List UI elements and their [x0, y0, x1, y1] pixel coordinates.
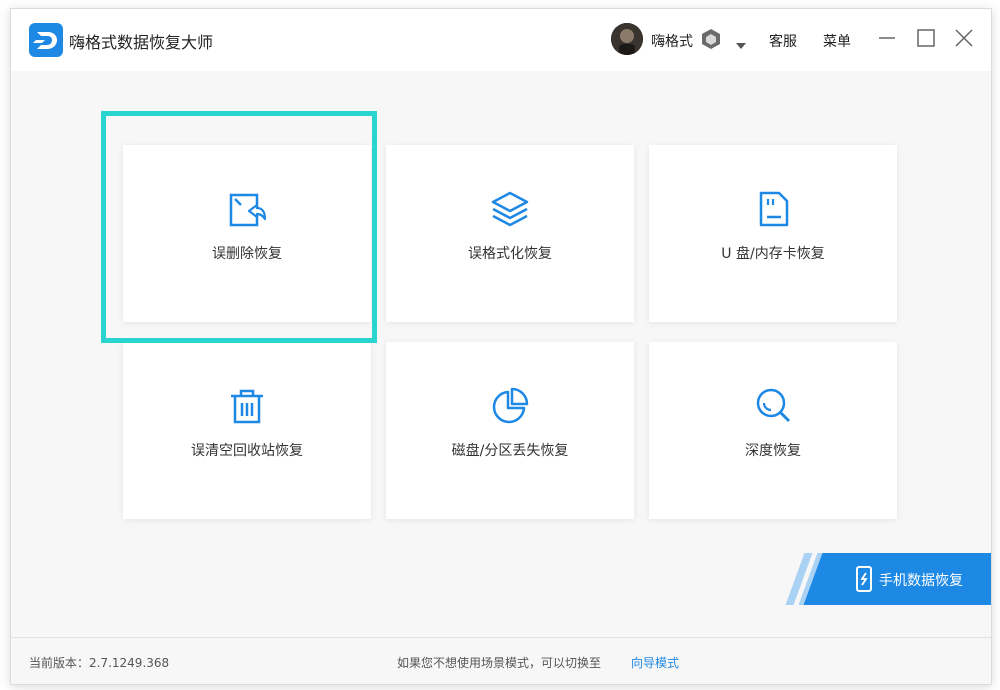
avatar[interactable] — [611, 23, 643, 55]
card-label: 深度恢复 — [745, 443, 801, 459]
card-deleted-recovery[interactable]: 误删除恢复 — [123, 145, 371, 322]
customer-service-button[interactable]: 客服 — [769, 31, 797, 51]
card-label: 磁盘/分区丢失恢复 — [451, 443, 569, 459]
guide-mode-link[interactable]: 向导模式 — [631, 654, 679, 671]
pie-chart-icon — [490, 386, 530, 426]
version-text: 当前版本：2.7.1249.368 — [29, 656, 170, 670]
menu-button[interactable]: 菜单 — [823, 31, 851, 51]
card-deep-recovery[interactable]: 深度恢复 — [649, 342, 897, 519]
title-bar: 嗨格式数据恢复大师 嗨格式 客服 菜单 — [11, 9, 991, 71]
status-bar: 当前版本：2.7.1249.368 如果您不想使用场景模式，可以切换至 向导模式 — [11, 637, 991, 684]
card-recycle-bin-recovery[interactable]: 误清空回收站恢复 — [123, 342, 371, 519]
app-window: 嗨格式数据恢复大师 嗨格式 客服 菜单 误删除恢复 误格式化恢复 U 盘/内存卡… — [10, 8, 992, 685]
main-content: 误删除恢复 误格式化恢复 U 盘/内存卡恢复 误清空回收站恢复 磁盘/分区丢失恢… — [11, 71, 991, 637]
card-usb-sd-recovery[interactable]: U 盘/内存卡恢复 — [649, 145, 897, 322]
minimize-button[interactable] — [877, 28, 897, 48]
close-button[interactable] — [954, 28, 974, 48]
card-label: 误删除恢复 — [212, 246, 282, 262]
maximize-button[interactable] — [916, 28, 936, 48]
mode-switch-hint: 如果您不想使用场景模式，可以切换至 — [397, 656, 602, 670]
magnifier-icon — [753, 386, 793, 426]
card-label: 误清空回收站恢复 — [191, 443, 303, 459]
layers-icon — [490, 189, 530, 229]
mobile-recovery-button[interactable]: 手机数据恢复 — [803, 553, 991, 605]
sd-card-icon — [753, 189, 793, 229]
vip-badge-icon — [701, 28, 721, 54]
chevron-down-icon[interactable] — [735, 35, 747, 54]
card-format-recovery[interactable]: 误格式化恢复 — [386, 145, 634, 322]
app-logo-icon — [29, 23, 63, 57]
username[interactable]: 嗨格式 — [651, 31, 693, 51]
card-label: 误格式化恢复 — [468, 246, 552, 262]
phone-icon — [855, 565, 873, 597]
app-title: 嗨格式数据恢复大师 — [69, 33, 214, 52]
mobile-recovery-label: 手机数据恢复 — [879, 573, 963, 589]
trash-icon — [227, 386, 267, 426]
card-partition-recovery[interactable]: 磁盘/分区丢失恢复 — [386, 342, 634, 519]
card-label: U 盘/内存卡恢复 — [721, 246, 825, 262]
file-restore-icon — [227, 189, 267, 229]
